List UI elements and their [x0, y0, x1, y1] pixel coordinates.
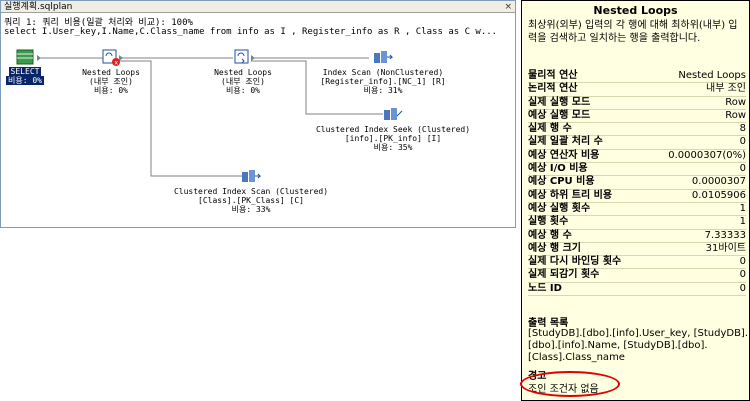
- nl1-name: Nested Loops: [82, 68, 140, 77]
- idx-scan-name: Index Scan (NonClustered): [322, 68, 444, 77]
- select-icon: [16, 49, 34, 65]
- property-key: 예상 하위 트리 비용: [528, 189, 613, 201]
- plan-node-clustered-index-scan[interactable]: Clustered Index Scan (Clustered) [Class]…: [171, 167, 331, 214]
- tooltip-row: 물리적 연산 Nested Loops: [528, 70, 746, 84]
- select-label: SELECT: [8, 67, 42, 76]
- close-icon[interactable]: ×: [504, 1, 512, 13]
- property-value: 0: [739, 282, 746, 294]
- tooltip-row: 예상 하위 트리 비용 0.0105906: [528, 190, 746, 203]
- property-key: 예상 행 크기: [528, 242, 581, 254]
- tooltip-properties: 물리적 연산 Nested Loops 논리적 연산 내부 조인 실제 실행 모드 R…: [528, 70, 746, 297]
- property-key: 예상 실행 모드: [528, 109, 591, 121]
- property-value: 0.0000307: [691, 176, 746, 188]
- plan-tab-title: 실행계획.sqlplan: [4, 2, 73, 12]
- query-sql-text: select I.User_key,I.Name,C.Class_name fr…: [4, 27, 498, 37]
- ci-seek-name: Clustered Index Seek (Clustered): [315, 125, 471, 134]
- property-key: 예상 행 수: [528, 229, 572, 241]
- property-value: 0.0105906: [691, 189, 746, 201]
- svg-text:x: x: [115, 60, 119, 67]
- index-scan-icon: [374, 51, 394, 63]
- plan-node-index-scan[interactable]: Index Scan (NonClustered) [Register_info…: [319, 48, 447, 95]
- nested-loops-icon: [234, 49, 249, 64]
- nl2-cost: 비용: 0%: [226, 86, 260, 95]
- operator-tooltip: Nested Loops 최상위(외부) 입력의 각 행에 대해 최하위(내부)…: [521, 0, 750, 401]
- tooltip-row: 예상 행 크기 31바이트: [528, 242, 746, 257]
- property-key: 실제 되감기 횟수: [528, 269, 600, 281]
- tooltip-description: 최상위(외부) 입력의 각 행에 대해 최하위(내부) 입력을 검색하고 일치하…: [528, 20, 738, 44]
- property-key: 실제 실행 모드: [528, 96, 591, 108]
- execution-plan-window: 실행계획.sqlplan × 쿼리 1: 쿼리 비용(일괄 처리와 비교): 1…: [0, 0, 516, 228]
- tooltip-row: 실제 일괄 처리 수 0: [528, 136, 746, 150]
- tooltip-title: Nested Loops: [593, 4, 678, 17]
- property-value: 0: [739, 269, 746, 281]
- property-value: 0: [739, 136, 746, 148]
- property-key: 예상 CPU 비용: [528, 176, 595, 188]
- tooltip-row: 논리적 연산 내부 조인: [528, 83, 746, 97]
- property-value: Nested Loops: [678, 70, 746, 81]
- idx-scan-cost: 비용: 31%: [363, 86, 403, 95]
- property-key: 노드 ID: [528, 282, 562, 294]
- clustered-index-scan-icon: [242, 170, 262, 182]
- tooltip-row: 실제 되감기 횟수 0: [528, 269, 746, 283]
- property-key: 예상 연산자 비용: [528, 149, 600, 161]
- property-value: Row: [725, 109, 746, 121]
- tooltip-row: 예상 CPU 비용 0.0000307: [528, 176, 746, 190]
- property-value: 0: [739, 163, 746, 175]
- ci-seek-object: [info].[PK_info] [I]: [344, 134, 442, 143]
- nl1-cost: 비용: 0%: [94, 86, 128, 95]
- nl2-name: Nested Loops: [214, 68, 272, 77]
- plan-diagram: SELECT 비용: 0% x Nested Loops (내부 조인) 비용:…: [1, 39, 515, 227]
- ci-scan-cost: 비용: 33%: [231, 205, 271, 214]
- select-cost: 비용: 0%: [6, 76, 44, 85]
- property-value: 0.0000307(0%): [668, 149, 746, 161]
- property-key: 예상 I/O 비용: [528, 163, 588, 175]
- property-key: 실제 행 수: [528, 123, 572, 135]
- nested-loops-icon: x: [102, 49, 120, 67]
- property-key: 실제 다시 바인딩 횟수: [528, 256, 622, 268]
- clustered-index-seek-icon: [384, 108, 403, 120]
- property-value: 1: [739, 216, 746, 228]
- property-value: 31바이트: [705, 242, 746, 254]
- property-key: 실제 일괄 처리 수: [528, 136, 603, 148]
- tooltip-row: 예상 실행 횟수 1: [528, 202, 746, 217]
- property-value: Row: [725, 96, 746, 108]
- tooltip-row: 예상 I/O 비용 0: [528, 163, 746, 177]
- plan-node-clustered-index-seek[interactable]: Clustered Index Seek (Clustered) [info].…: [313, 105, 473, 152]
- property-value: 0: [739, 256, 746, 268]
- tooltip-row: 실제 다시 바인딩 횟수 0: [528, 256, 746, 270]
- property-value: 1: [739, 202, 746, 214]
- ci-scan-name: Clustered Index Scan (Clustered): [173, 187, 329, 196]
- plan-node-nested-loops-1[interactable]: x Nested Loops (내부 조인) 비용: 0%: [71, 48, 151, 95]
- nl1-sub: (내부 조인): [89, 77, 133, 86]
- plan-tab[interactable]: 실행계획.sqlplan ×: [1, 1, 515, 13]
- tooltip-row: 예상 실행 모드 Row: [528, 109, 746, 124]
- tooltip-row: 실제 실행 모드 Row: [528, 97, 746, 110]
- tooltip-row: 실행 횟수 1: [528, 216, 746, 230]
- tooltip-row: 예상 행 수 7.33333: [528, 230, 746, 243]
- tooltip-row: 노드 ID 0: [528, 282, 746, 297]
- tooltip-row: 예상 연산자 비용 0.0000307(0%): [528, 149, 746, 164]
- warning-highlight-ellipse: [520, 371, 620, 397]
- plan-node-select[interactable]: SELECT 비용: 0%: [5, 49, 45, 85]
- property-value: 내부 조인: [706, 83, 746, 95]
- property-value: 8: [739, 123, 746, 135]
- nl2-sub: (내부 조인): [221, 77, 265, 86]
- property-key: 논리적 연산: [528, 83, 578, 95]
- property-value: 7.33333: [704, 229, 746, 241]
- ci-seek-cost: 비용: 35%: [373, 143, 413, 152]
- property-key: 실행 횟수: [528, 216, 569, 228]
- plan-node-nested-loops-2[interactable]: Nested Loops (내부 조인) 비용: 0%: [203, 48, 283, 95]
- output-list: [StudyDB].[dbo].[info].User_key, [StudyD…: [528, 328, 749, 363]
- tooltip-row: 실제 행 수 8: [528, 123, 746, 137]
- property-key: 물리적 연산: [528, 70, 578, 81]
- property-key: 예상 실행 횟수: [528, 202, 591, 214]
- ci-scan-object: [Class].[PK_Class] [C]: [198, 196, 304, 205]
- output-list-title: 출력 목록: [528, 318, 569, 329]
- idx-scan-object: [Register_info].[NC_1] [R]: [320, 77, 446, 86]
